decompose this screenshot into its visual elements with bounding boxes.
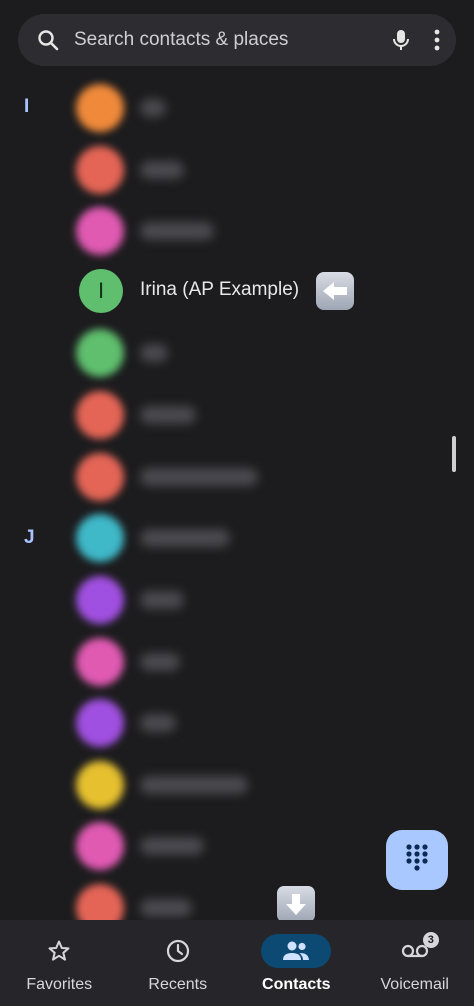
contact-row[interactable] xyxy=(0,569,474,631)
dialpad-button[interactable] xyxy=(386,830,448,890)
contact-name-blurred xyxy=(140,653,180,671)
voicemail-icon xyxy=(380,934,450,968)
avatar xyxy=(76,207,124,255)
contact-name: Irina (AP Example) xyxy=(140,279,300,300)
left-arrow-icon xyxy=(316,272,354,310)
contact-name-blurred xyxy=(140,529,230,547)
avatar xyxy=(76,391,124,439)
contact-row[interactable] xyxy=(0,139,474,201)
people-icon xyxy=(261,934,332,968)
contact-name-blurred xyxy=(140,714,176,732)
contact-name-blurred xyxy=(140,344,168,362)
nav-label: Favorites xyxy=(26,976,93,993)
contact-name-blurred xyxy=(140,591,184,609)
nav-favorites[interactable]: Favorites xyxy=(0,920,119,1006)
contact-row[interactable] xyxy=(0,446,474,508)
nav-contacts[interactable]: Contacts xyxy=(237,920,356,1006)
avatar xyxy=(76,329,124,377)
contact-name-blurred xyxy=(140,406,196,424)
contact-row-irina[interactable]: I Irina (AP Example) xyxy=(0,261,474,323)
contact-name-blurred xyxy=(140,222,214,240)
avatar xyxy=(76,453,124,501)
avatar xyxy=(76,576,124,624)
nav-label: Recents xyxy=(148,976,208,993)
contact-name-blurred xyxy=(140,899,192,917)
avatar xyxy=(76,761,124,809)
more-options-icon[interactable] xyxy=(434,29,440,51)
search-input[interactable]: Search contacts & places xyxy=(74,29,390,51)
star-icon xyxy=(24,934,94,968)
contact-row[interactable] xyxy=(0,507,474,569)
avatar-initial: I xyxy=(97,278,105,303)
nav-voicemail[interactable]: 3 Voicemail xyxy=(356,920,474,1006)
nav-label: Voicemail xyxy=(380,976,449,993)
avatar xyxy=(76,638,124,686)
down-arrow-icon xyxy=(277,886,315,922)
microphone-icon[interactable] xyxy=(390,28,412,52)
search-bar[interactable]: Search contacts & places xyxy=(18,14,456,66)
clock-icon xyxy=(143,934,213,968)
contact-name-blurred xyxy=(140,837,204,855)
avatar xyxy=(76,84,124,132)
nav-recents[interactable]: Recents xyxy=(119,920,238,1006)
voicemail-count-badge: 3 xyxy=(422,932,439,948)
avatar xyxy=(76,699,124,747)
contact-row[interactable] xyxy=(0,200,474,262)
search-icon xyxy=(36,28,60,52)
contact-row[interactable] xyxy=(0,322,474,384)
bottom-navigation: Favorites Recents Contacts 3 Voicemail xyxy=(0,920,474,1006)
contact-name-blurred xyxy=(140,161,184,179)
avatar xyxy=(76,146,124,194)
avatar: I xyxy=(79,269,123,313)
contact-name-blurred xyxy=(140,776,248,794)
scrollbar[interactable] xyxy=(452,436,456,472)
contact-row[interactable] xyxy=(0,384,474,446)
contact-name-blurred xyxy=(140,468,258,486)
dialpad-icon xyxy=(405,843,429,878)
contact-row[interactable] xyxy=(0,77,474,139)
avatar xyxy=(76,822,124,870)
contact-row[interactable] xyxy=(0,692,474,754)
nav-label: Contacts xyxy=(262,976,331,993)
avatar xyxy=(76,514,124,562)
contact-row[interactable] xyxy=(0,754,474,816)
contact-name-blurred xyxy=(140,99,166,117)
contact-row[interactable] xyxy=(0,631,474,693)
